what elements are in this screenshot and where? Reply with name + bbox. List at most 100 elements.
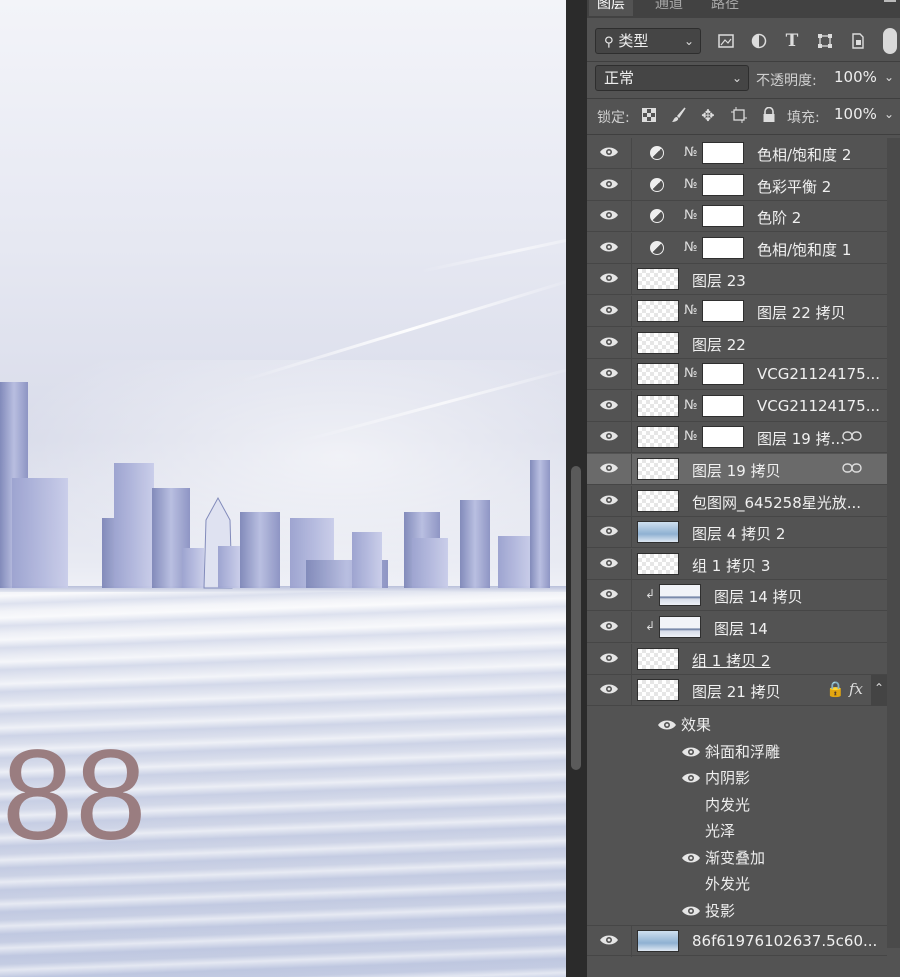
layer-mask-thumbnail[interactable] [702,363,744,385]
eye-icon[interactable] [599,934,621,948]
layer-name[interactable]: 色阶 2 [757,207,801,228]
chevron-up-icon[interactable]: ⌃ [871,675,887,706]
link-mask-icon[interactable]: № [684,428,698,446]
eye-icon[interactable] [599,652,621,666]
eye-icon[interactable] [599,620,621,634]
panel-menu-icon[interactable] [884,0,896,2]
shape-filter-icon[interactable] [814,30,836,52]
lock-move-icon[interactable]: ✥ [697,104,719,126]
layer-mask-thumbnail[interactable] [702,237,744,259]
layer-row[interactable]: № 色彩平衡 2 [587,170,887,201]
layer-row[interactable]: № 色阶 2 [587,201,887,232]
layer-row[interactable]: 图层 4 拷贝 2 [587,517,887,548]
tab-channels[interactable]: 通道 [655,0,683,16]
layer-thumbnail[interactable] [637,426,679,448]
layer-name[interactable]: 组 1 拷贝 3 [692,555,770,576]
layer-name[interactable]: 色相/饱和度 2 [757,144,851,165]
layer-name[interactable]: 色相/饱和度 1 [757,239,851,260]
eye-icon[interactable] [599,494,621,508]
layer-name[interactable]: 86f61976102637.5c60... [692,932,877,950]
eye-icon[interactable] [599,399,621,413]
layer-thumbnail[interactable] [637,553,679,575]
eye-icon[interactable] [681,770,701,783]
layer-thumbnail[interactable] [637,490,679,512]
layer-row[interactable]: ↲ 图层 14 [587,612,887,643]
eye-icon[interactable] [599,430,621,444]
layer-thumbnail[interactable] [659,584,701,606]
link-mask-icon[interactable]: № [684,207,698,225]
eye-icon[interactable] [599,304,621,318]
document-canvas[interactable]: 88 [0,0,566,977]
layer-thumbnail[interactable] [637,268,679,290]
layer-mask-thumbnail[interactable] [702,142,744,164]
layer-row[interactable]: № 色相/饱和度 2 [587,138,887,169]
fill-field[interactable]: 100% ⌄ [826,102,900,128]
eye-icon[interactable] [599,367,621,381]
opacity-field[interactable]: 100% ⌄ [826,65,900,91]
eye-icon[interactable] [599,557,621,571]
layer-thumbnail[interactable] [637,458,679,480]
layer-row[interactable]: 包图网_645258星光放... [587,486,887,517]
filter-toggle-switch[interactable] [883,28,897,54]
layer-mask-thumbnail[interactable] [702,395,744,417]
link-mask-icon[interactable]: № [684,144,698,162]
layer-thumbnail[interactable] [637,648,679,670]
layer-thumbnail[interactable] [637,679,679,701]
canvas-scrollbar[interactable] [566,0,587,977]
eye-icon[interactable] [599,525,621,539]
layer-row[interactable]: 86f61976102637.5c60... [587,925,887,957]
layer-row[interactable]: ↲ 图层 14 拷贝 [587,580,887,611]
eye-icon[interactable] [599,178,621,192]
layer-name[interactable]: 图层 14 拷贝 [714,586,803,607]
smart-object-filter-icon[interactable] [847,30,869,52]
tab-layers[interactable]: 图层 [589,0,633,16]
layer-name[interactable]: 图层 19 拷... [757,428,845,449]
eye-icon[interactable] [599,146,621,160]
layer-row[interactable]: № 图层 19 拷... [587,422,887,453]
layers-scrollbar[interactable] [887,138,900,948]
layer-name[interactable]: VCG21124175... [757,365,880,383]
link-mask-icon[interactable]: № [684,365,698,383]
layer-row[interactable]: 图层 19 拷贝 [587,454,887,485]
layer-thumbnail[interactable] [637,930,679,952]
layer-name[interactable]: 图层 22 [692,334,746,355]
eye-icon[interactable] [599,272,621,286]
layer-thumbnail[interactable] [659,616,701,638]
eye-icon[interactable] [681,850,701,863]
blend-mode-select[interactable]: 正常 ⌄ [595,65,749,91]
eye-icon[interactable] [599,462,621,476]
layer-row[interactable]: 图层 21 拷贝 🔒 fx ⌃ [587,675,887,706]
eye-icon[interactable] [599,241,621,255]
layer-name[interactable]: 图层 19 拷贝 [692,460,781,481]
layer-mask-thumbnail[interactable] [702,300,744,322]
canvas-scrollbar-thumb[interactable] [571,466,581,770]
layer-row[interactable]: № 色相/饱和度 1 [587,233,887,264]
layer-row[interactable]: 组 1 拷贝 2 [587,644,887,675]
layer-name[interactable]: 图层 21 拷贝 [692,681,781,702]
image-filter-icon[interactable] [715,30,737,52]
lock-transparent-icon[interactable] [638,104,660,126]
layer-mask-thumbnail[interactable] [702,174,744,196]
layer-name[interactable]: 图层 23 [692,270,746,291]
eye-icon[interactable] [681,744,701,757]
layer-filter-select[interactable]: ⚲ 类型 ⌄ [595,28,701,54]
layer-name[interactable]: 包图网_645258星光放... [692,492,861,513]
layer-name[interactable]: 组 1 拷贝 2 [692,650,770,671]
layer-row[interactable]: 组 1 拷贝 3 [587,549,887,580]
adjustment-filter-icon[interactable] [748,30,770,52]
layer-thumbnail[interactable] [637,521,679,543]
tab-paths[interactable]: 路径 [711,0,739,16]
layer-mask-thumbnail[interactable] [702,205,744,227]
layer-row[interactable]: № 图层 22 拷贝 [587,296,887,327]
eye-icon[interactable] [599,683,621,697]
layer-name[interactable]: 色彩平衡 2 [757,176,831,197]
layer-name[interactable]: 图层 4 拷贝 2 [692,523,785,544]
lock-paint-icon[interactable] [668,104,690,126]
layer-thumbnail[interactable] [637,332,679,354]
link-mask-icon[interactable]: № [684,397,698,415]
lock-artboard-icon[interactable] [728,104,750,126]
layer-row[interactable]: 图层 22 [587,328,887,359]
lock-all-icon[interactable] [758,104,780,126]
layer-thumbnail[interactable] [637,363,679,385]
layer-row[interactable]: № VCG21124175... [587,391,887,422]
